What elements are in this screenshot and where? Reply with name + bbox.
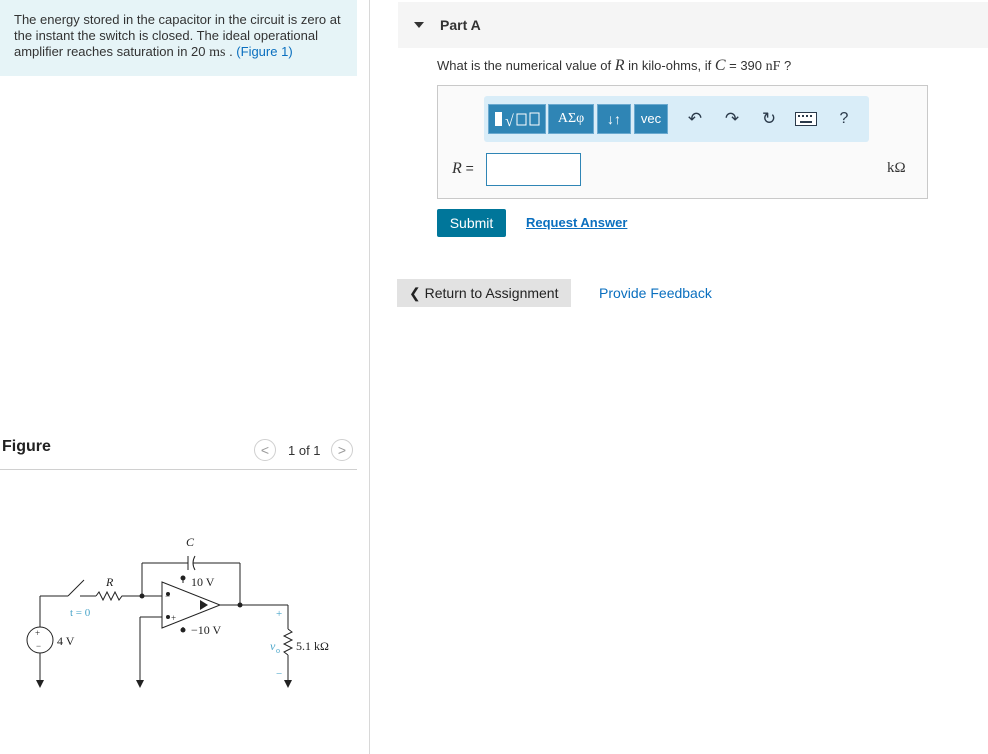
output-minus: − <box>276 668 282 680</box>
question-mid: in kilo-ohms, if <box>624 58 715 73</box>
answer-box: √ ΑΣφ ↓↑ vec ↶ ↷ ↻ ? R = kΩ <box>437 85 928 199</box>
answer-input[interactable] <box>486 153 581 186</box>
template-button[interactable]: √ <box>488 104 546 134</box>
provide-feedback-link[interactable]: Provide Feedback <box>599 285 712 301</box>
answer-var: R <box>452 160 462 177</box>
collapse-triangle-icon[interactable] <box>414 22 424 28</box>
part-title: Part A <box>440 17 481 33</box>
source-label: 4 V <box>57 634 75 648</box>
question-var-c: C <box>714 57 726 74</box>
answer-label: R = <box>452 160 474 178</box>
resistor-r <box>95 590 142 602</box>
question-text: What is the numerical value of R in kilo… <box>437 57 791 75</box>
template-icon: √ <box>495 112 540 130</box>
question-suffix: ? <box>780 58 792 73</box>
figure-counter: 1 of 1 <box>288 443 321 458</box>
problem-unit: ms <box>209 45 226 60</box>
resistor-label: R <box>105 575 114 589</box>
part-header[interactable]: Part A <box>398 2 988 48</box>
math-toolbar: √ ΑΣφ ↓↑ vec ↶ ↷ ↻ ? <box>484 96 869 142</box>
capacitor-label: C <box>186 535 195 549</box>
question-unit: nF <box>765 59 781 74</box>
question-var-r: R <box>614 57 625 74</box>
help-button[interactable]: ? <box>832 107 856 131</box>
source-plus: + <box>35 628 40 638</box>
load-label: 5.1 kΩ <box>296 639 329 653</box>
supply-negative-label: −10 V <box>191 623 222 637</box>
question-eq: = 390 <box>725 58 766 73</box>
output-voltage-sub: o <box>276 646 280 655</box>
figure-link[interactable]: (Figure 1) <box>236 44 292 59</box>
question-prefix: What is the numerical value of <box>437 58 615 73</box>
left-panel: The energy stored in the capacitor in th… <box>0 0 370 754</box>
submit-button[interactable]: Submit <box>437 209 506 237</box>
supply-positive-label: 10 V <box>191 575 215 589</box>
vector-button[interactable]: vec <box>634 104 668 134</box>
switch-label: t = 0 <box>70 607 91 619</box>
problem-statement: The energy stored in the capacitor in th… <box>0 0 357 76</box>
return-label: Return to Assignment <box>424 285 559 301</box>
answer-unit: kΩ <box>887 160 906 176</box>
subscript-button[interactable]: ↓↑ <box>597 104 631 134</box>
return-to-assignment-button[interactable]: ❮ Return to Assignment <box>397 279 571 307</box>
load-resistor <box>282 628 294 656</box>
figure-next-button[interactable]: > <box>331 439 353 461</box>
request-answer-link[interactable]: Request Answer <box>526 215 627 230</box>
chevron-left-icon: ❮ <box>409 285 425 301</box>
source-minus: − <box>36 641 41 651</box>
undo-icon[interactable]: ↶ <box>683 107 707 131</box>
svg-text:√: √ <box>505 113 514 130</box>
problem-text-after: . <box>225 44 237 59</box>
answer-equals: = <box>461 160 474 176</box>
keyboard-icon[interactable] <box>794 107 818 131</box>
redo-icon[interactable]: ↷ <box>720 107 744 131</box>
figure-title: Figure <box>2 438 51 455</box>
switch <box>67 579 85 597</box>
greek-symbols-button[interactable]: ΑΣφ <box>548 104 594 134</box>
figure-header: Figure < 1 of 1 > <box>0 436 357 470</box>
figure-prev-button[interactable]: < <box>254 439 276 461</box>
opamp-minus: − <box>165 591 170 601</box>
output-plus: + <box>276 608 282 620</box>
circuit-diagram: C R t = 0 4 V 10 V −10 V v o 5.1 kΩ + − … <box>26 535 329 688</box>
opamp-plus: + <box>171 613 176 623</box>
reset-icon[interactable]: ↻ <box>757 107 781 131</box>
